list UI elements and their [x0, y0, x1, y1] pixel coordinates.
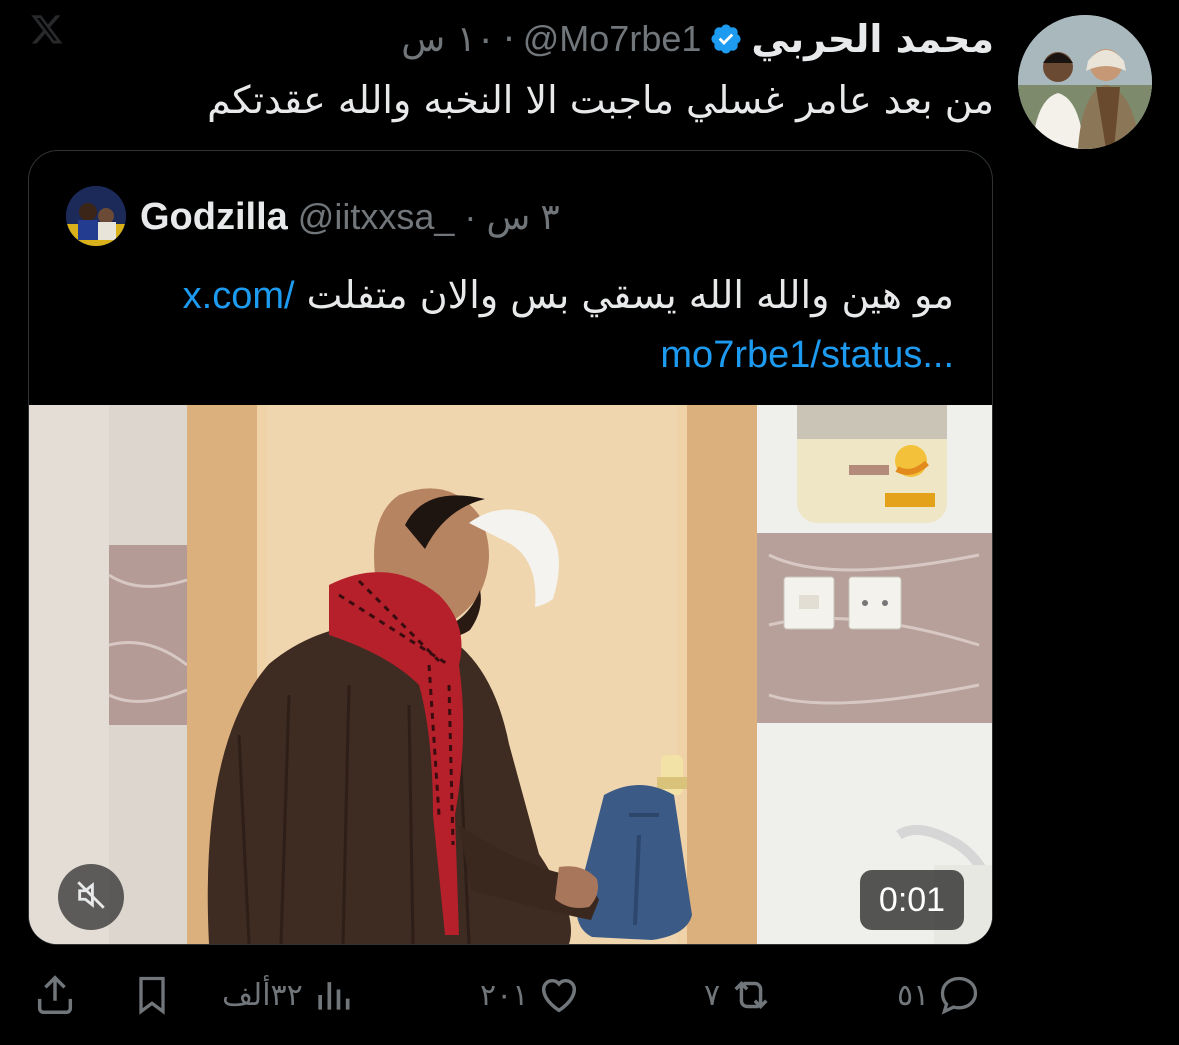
reply-action[interactable]: ٥١	[897, 968, 981, 1022]
repost-count: ٧	[704, 977, 721, 1013]
reply-icon	[937, 973, 981, 1017]
quoted-link-part2[interactable]: mo7rbe1/status...	[660, 334, 954, 376]
repost-action[interactable]: ٧	[704, 968, 774, 1022]
tweet-time[interactable]: ١٠ س	[401, 19, 495, 60]
quoted-tweet-text: مو هين والله الله يسقي بس والان متفلت x.…	[124, 266, 954, 384]
views-icon	[311, 973, 355, 1017]
views-count: ٣٢ألف	[222, 977, 303, 1013]
quoted-separator-dot: ·	[464, 196, 477, 237]
author-name[interactable]: محمد الحربي	[751, 17, 994, 61]
video-player[interactable]	[29, 405, 992, 944]
views-action[interactable]: ٣٢ألف	[222, 968, 355, 1022]
quoted-author-avatar[interactable]	[66, 186, 126, 246]
bookmark-button[interactable]	[130, 968, 174, 1022]
bookmark-icon	[130, 973, 174, 1017]
verified-badge-icon	[709, 22, 743, 56]
video-duration: 0:01	[860, 870, 964, 930]
like-icon	[536, 972, 582, 1018]
separator-dot: ·	[503, 18, 515, 60]
quoted-time[interactable]: ٣ س	[486, 196, 559, 238]
quoted-link-part1[interactable]: x.com/	[183, 275, 295, 317]
quoted-header: Godzilla @iitxxsa_ · ٣ س	[140, 190, 560, 244]
repost-icon	[728, 972, 774, 1018]
tweet-header: محمد الحربي @Mo7rbe1 · ١٠ س	[401, 14, 994, 64]
share-button[interactable]	[32, 968, 78, 1022]
mute-icon	[74, 878, 108, 916]
tweet-text: من بعد عامر غسلي ماجبت الا النخبه والله …	[207, 78, 994, 122]
like-action[interactable]: ٢٠١	[480, 968, 582, 1022]
quoted-text-body: مو هين والله الله يسقي بس والان متفلت	[306, 273, 954, 317]
reply-count: ٥١	[897, 977, 930, 1013]
quoted-author-name[interactable]: Godzilla	[140, 196, 288, 239]
x-logo-icon	[30, 12, 64, 46]
author-handle[interactable]: @Mo7rbe1	[523, 18, 702, 60]
quoted-author-handle[interactable]: @iitxxsa_	[298, 196, 455, 238]
author-avatar[interactable]	[1018, 15, 1152, 149]
mute-button[interactable]	[58, 864, 124, 930]
like-count: ٢٠١	[480, 977, 529, 1013]
share-icon	[32, 972, 78, 1018]
